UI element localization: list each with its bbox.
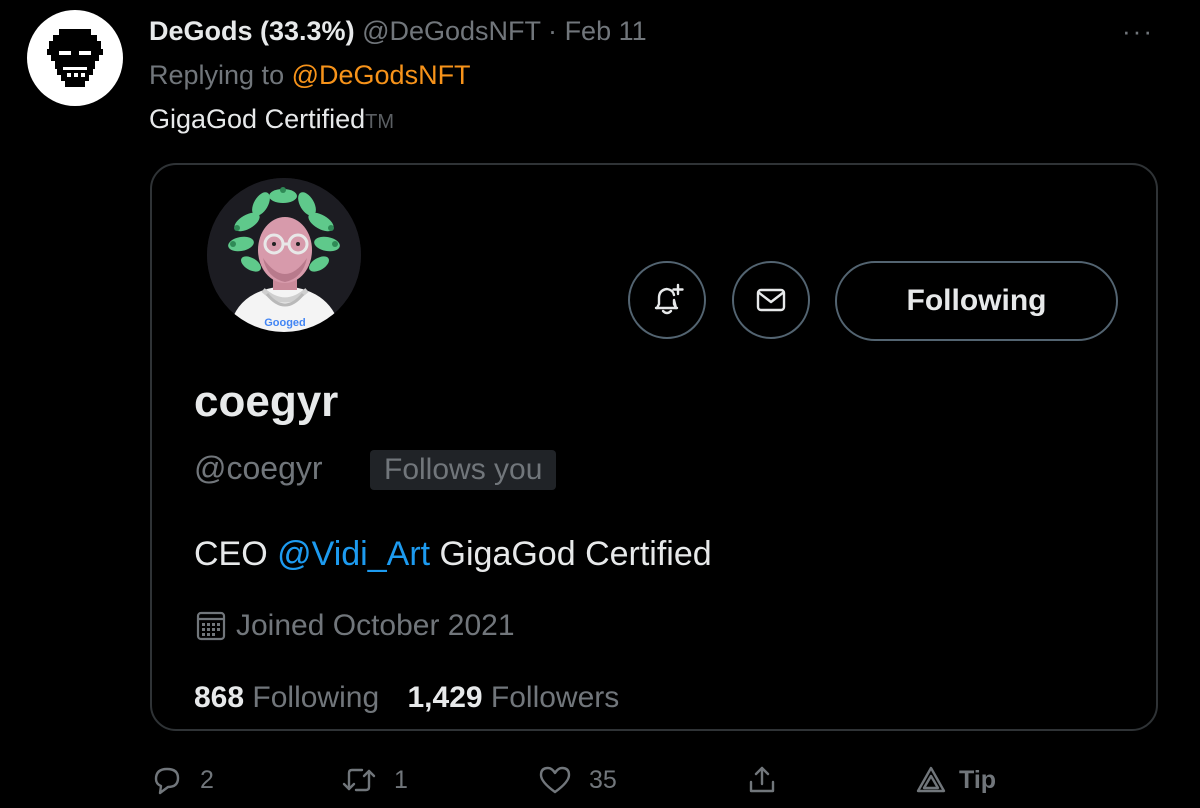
calendar-icon bbox=[194, 609, 228, 643]
profile-name[interactable]: coegyr bbox=[194, 377, 338, 427]
envelope-icon bbox=[756, 288, 786, 312]
tweet-date[interactable]: Feb 11 bbox=[565, 16, 647, 46]
retweet-arrows-icon bbox=[342, 768, 376, 792]
notify-button[interactable] bbox=[628, 261, 706, 339]
joined-date: Joined October 2021 bbox=[194, 609, 515, 643]
shirt-logo-text: Googed bbox=[264, 317, 306, 329]
following-button[interactable]: Following bbox=[835, 261, 1118, 341]
message-button[interactable] bbox=[732, 261, 810, 339]
medusa-avatar-image: Googed bbox=[207, 178, 361, 332]
joined-text: Joined October 2021 bbox=[236, 609, 515, 642]
tweet-header: DeGods (33.3%) @DeGodsNFT · Feb 11 bbox=[149, 14, 647, 48]
header-separator: · bbox=[548, 16, 558, 46]
degods-logo-icon bbox=[47, 29, 103, 87]
followers-label: Followers bbox=[490, 681, 620, 714]
reply-button[interactable]: 2 bbox=[150, 758, 214, 802]
tip-label: Tip bbox=[959, 765, 997, 794]
profile-card[interactable]: Googed Following coegyr @coegyr Follows … bbox=[150, 163, 1158, 731]
tweet-body: GigaGod Certified bbox=[149, 104, 366, 134]
speech-bubble-icon bbox=[154, 767, 180, 795]
like-button[interactable]: 35 bbox=[537, 758, 617, 802]
tweet-text: GigaGod CertifiedTM bbox=[149, 102, 394, 139]
replying-to-line: Replying to @DeGodsNFT bbox=[149, 58, 471, 92]
share-upload-icon bbox=[749, 766, 775, 793]
author-avatar[interactable] bbox=[27, 10, 123, 106]
more-dots-icon: ··· bbox=[1122, 15, 1154, 46]
share-button[interactable] bbox=[745, 758, 779, 802]
reply-prefix: Replying to bbox=[149, 60, 285, 90]
author-handle[interactable]: @DeGodsNFT bbox=[362, 16, 540, 46]
like-count: 35 bbox=[589, 765, 617, 794]
follow-stats: 868 Following 1,429 Followers bbox=[194, 681, 639, 715]
more-options-button[interactable]: ··· bbox=[1118, 16, 1158, 46]
following-count: 868 bbox=[194, 681, 245, 714]
bio-suffix: GigaGod Certified bbox=[439, 535, 712, 573]
trademark-mark: TM bbox=[365, 111, 394, 133]
following-stat[interactable]: 868 Following bbox=[194, 681, 387, 714]
bio-mention-link[interactable]: @Vidi_Art bbox=[277, 535, 430, 573]
bell-plus-icon bbox=[654, 283, 684, 315]
profile-bio: CEO @Vidi_Art GigaGod Certified bbox=[194, 535, 712, 574]
heart-icon bbox=[539, 766, 571, 794]
follows-you-badge: Follows you bbox=[370, 450, 557, 490]
reply-handle-link[interactable]: @DeGodsNFT bbox=[292, 60, 471, 90]
tip-button[interactable]: Tip bbox=[915, 758, 996, 802]
bio-prefix: CEO bbox=[194, 535, 268, 573]
profile-handle[interactable]: @coegyr bbox=[194, 450, 323, 487]
author-name[interactable]: DeGods (33.3%) bbox=[149, 16, 355, 46]
retweet-button[interactable]: 1 bbox=[340, 758, 408, 802]
retweet-count: 1 bbox=[394, 765, 408, 794]
profile-avatar[interactable]: Googed bbox=[207, 178, 361, 332]
reply-count: 2 bbox=[200, 765, 214, 794]
tweet-actions: 2 1 35 Tip bbox=[0, 758, 1200, 802]
following-label: Following bbox=[252, 681, 380, 714]
followers-stat[interactable]: 1,429 Followers bbox=[407, 681, 619, 714]
tip-triangle-icon bbox=[916, 766, 946, 793]
followers-count: 1,429 bbox=[407, 681, 483, 714]
